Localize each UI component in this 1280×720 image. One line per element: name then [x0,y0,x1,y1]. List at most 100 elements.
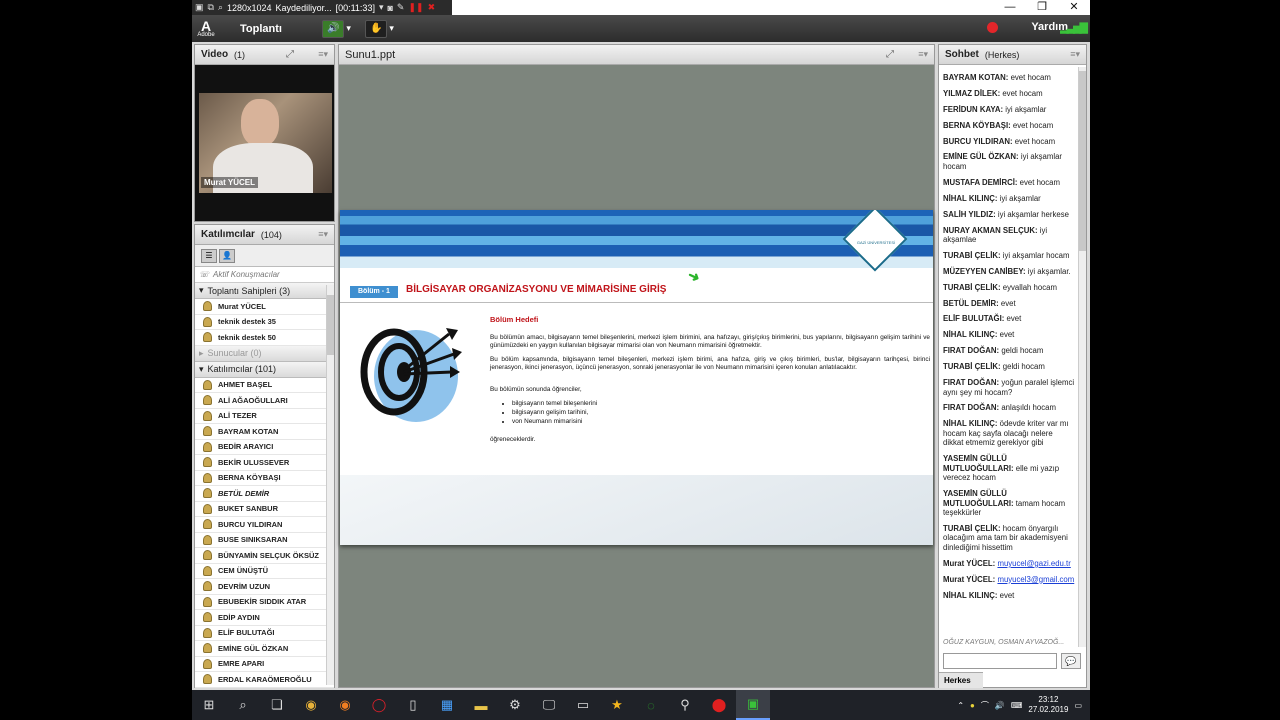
attendee-row[interactable]: EBUBEKİR SIDDIK ATAR [195,595,334,610]
app-button[interactable]: 🖵 [532,690,566,720]
presenters-group-header[interactable]: ▸ Sunucular (0) [195,345,334,362]
attendee-row[interactable]: teknik destek 35 [195,315,334,330]
attendee-pod-title: Katılımcılar [201,229,255,240]
scrollbar-thumb[interactable] [327,295,334,355]
attendee-row[interactable]: DEVRİM UZUN [195,579,334,595]
network-tray-icon[interactable]: ⌒ [981,700,989,711]
chrome-button[interactable]: ◉ [294,690,328,720]
recording-indicator-icon[interactable] [987,22,998,33]
attendee-row[interactable]: BERNA KÖYBAŞI [195,471,334,486]
chat-tab-everyone[interactable]: Herkes [939,672,983,688]
attendee-icon [203,472,212,483]
folder-icon: ▬ [474,697,488,713]
attendee-icon [203,395,212,406]
attendee-scrollbar[interactable] [326,285,334,685]
hosts-group-header[interactable]: ▾ Toplantı Sahipleri (3) [195,283,334,299]
tray-arrow-icon[interactable]: ⌃ [957,701,964,710]
pod-menu-icon[interactable]: ≡▾ [1070,49,1080,60]
pause-icon[interactable]: ❚❚ [408,2,423,13]
zoom-icon[interactable]: ⌕ [218,2,223,13]
start-button[interactable]: ⊞ [192,690,226,720]
attendee-row[interactable]: EDİP AYDIN [195,610,334,626]
chat-link[interactable]: muyucel@gazi.edu.tr [997,559,1070,568]
attendee-icon [203,658,212,669]
star-icon: ★ [611,697,623,712]
app-button[interactable]: ▭ [566,690,600,720]
status-dropdown-icon[interactable]: ▾ [389,23,394,34]
camera-icon[interactable]: ◙ [387,3,392,13]
scrollbar-thumb[interactable] [1079,71,1086,251]
send-button[interactable]: 💬 [1061,653,1081,669]
app-button[interactable]: ★ [600,690,634,720]
file-button[interactable]: ▯ [396,690,430,720]
attendee-row[interactable]: CEM ÜNÜŞTÜ [195,564,334,579]
recorder-app-button[interactable]: ▣ [736,690,770,720]
search-button[interactable]: ⌕ [226,690,260,720]
stop-icon[interactable]: ✖ [428,2,436,13]
chat-sender: ELİF BULUTAĞI: [943,314,1005,324]
attendee-row[interactable]: ELİF BULUTAĞI [195,626,334,641]
raise-hand-button[interactable]: ✋ [364,19,388,38]
list-view-icon[interactable]: ☰ [201,248,217,263]
close-icon[interactable]: ✕ [1058,0,1090,15]
attendee-row[interactable]: BEKİR ULUSSEVER [195,455,334,471]
app-icon: ▦ [440,697,454,712]
attendee-row[interactable]: BUKET SANBUR [195,502,334,517]
explorer-button[interactable]: ▬ [464,690,498,720]
pen-icon[interactable]: ✎ [397,2,405,13]
volume-icon[interactable]: 🔊 [995,701,1005,710]
attendee-row[interactable]: teknik destek 50 [195,330,334,346]
tray-app-icon[interactable]: ● [970,701,975,710]
chat-scrollbar[interactable] [1078,67,1086,647]
window-icon[interactable]: ⧉ [208,2,214,13]
minimize-icon[interactable]: — [994,0,1026,15]
pod-menu-icon[interactable]: ≡▾ [318,229,328,240]
speaker-dropdown-icon[interactable]: ▾ [346,23,351,34]
user-view-icon[interactable]: 👤 [219,248,235,263]
pod-menu-icon[interactable]: ≡▾ [318,49,328,60]
attendee-row[interactable]: EMİNE GÜL ÖZKAN [195,641,334,657]
chat-message: BAYRAM KOTAN: evet hocam [943,73,1075,83]
record-button[interactable]: ⬤ [702,690,736,720]
app-button[interactable]: ⚲ [668,690,702,720]
attendee-row[interactable]: BÜNYAMİN SELÇUK ÖKSÜZ [195,548,334,564]
chat-text: evet hocam [1010,120,1054,130]
chat-message: BETÜL DEMİR: evet [943,299,1075,309]
attendee-row[interactable]: Murat YÜCEL [195,299,334,315]
attendee-icon [203,301,212,312]
speaker-button[interactable]: 🔊 [321,19,345,38]
app-button[interactable]: ▦ [430,690,464,720]
clock[interactable]: 23:12 27.02.2019 [1028,695,1068,715]
chat-input[interactable] [943,653,1057,669]
attendee-row[interactable]: EMRE APARI [195,657,334,672]
chat-message: NİHAL KILINÇ: iyi akşamlar [943,194,1075,204]
attendee-row[interactable]: BAYRAM KOTAN [195,424,334,440]
fullscreen-icon[interactable]: ⤢ [886,49,894,60]
restore-icon[interactable]: ❐ [1026,0,1058,15]
app-button[interactable]: ⚙ [498,690,532,720]
chat-message: ELİF BULUTAĞI: evet [943,314,1075,324]
attendee-row[interactable]: AHMET BAŞEL [195,378,334,393]
task-view-button[interactable]: ❏ [260,690,294,720]
keyboard-icon[interactable]: ⌨ [1011,701,1023,710]
attendee-row[interactable]: BETÜL DEMİR [195,486,334,502]
attendee-row[interactable]: ALİ TEZER [195,409,334,424]
dropdown-icon[interactable]: ▾ [379,2,384,13]
attendee-row[interactable]: BUSE SINIKSARAN [195,533,334,548]
attendee-name: BAYRAM KOTAN [218,426,279,436]
opera-button[interactable]: ◯ [362,690,396,720]
attendee-row[interactable]: ERDAL KARAÖMEROĞLU [195,672,334,688]
attendee-name: BEDİR ARAYICI [218,442,274,452]
attendee-name: BETÜL DEMİR [218,488,270,498]
notification-icon[interactable]: ▭ [1074,701,1082,710]
participants-group-header[interactable]: ▾ Katılımcılar (101) [195,361,334,378]
app-button[interactable]: ◌ [634,690,668,720]
chat-link[interactable]: muyucel3@gmail.com [997,575,1074,584]
firefox-button[interactable]: ◉ [328,690,362,720]
attendee-row[interactable]: BURCU YILDIRAN [195,517,334,533]
attendee-row[interactable]: ALİ AĞAOĞULLARI [195,393,334,409]
attendee-row[interactable]: BEDİR ARAYICI [195,440,334,455]
meeting-menu[interactable]: Toplantı [240,23,282,35]
fullscreen-icon[interactable]: ⤢ [286,49,294,60]
pod-menu-icon[interactable]: ≡▾ [918,49,928,60]
